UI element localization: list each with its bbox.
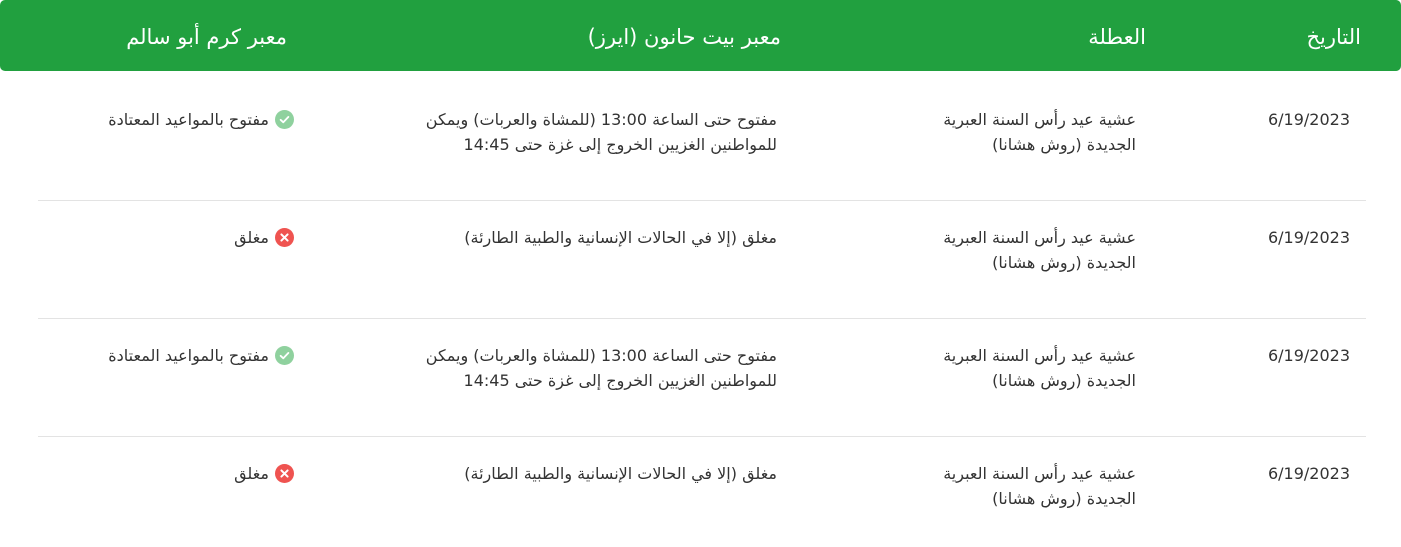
x-circle-icon	[275, 464, 294, 483]
header-holiday: العطلة	[1088, 25, 1146, 49]
erez-status-cell: مغلق (إلا في الحالات الإنسانية والطبية ا…	[464, 228, 777, 247]
holiday-cell: عشية عيد رأس السنة العبرية الجديدة (روش …	[943, 228, 1136, 272]
table-row: 6/19/2023 عشية عيد رأس السنة العبرية الج…	[38, 82, 1366, 201]
holiday-cell: عشية عيد رأس السنة العبرية الجديدة (روش …	[943, 346, 1136, 390]
header-erez-crossing: معبر بيت حانون (ايرز)	[587, 25, 781, 49]
header-date: التاريخ	[1306, 25, 1361, 49]
date-cell: 6/19/2023	[1267, 346, 1350, 365]
erez-status-cell: مغلق (إلا في الحالات الإنسانية والطبية ا…	[464, 464, 777, 483]
date-cell: 6/19/2023	[1267, 228, 1350, 247]
kerem-status-cell: مغلق	[54, 225, 294, 254]
table-row: 6/19/2023 عشية عيد رأس السنة العبرية الج…	[38, 318, 1366, 437]
holiday-cell: عشية عيد رأس السنة العبرية الجديدة (روش …	[943, 464, 1136, 508]
kerem-status-text: مفتوح بالمواعيد المعتادة	[108, 346, 269, 365]
crossings-table: التاريخ العطلة معبر بيت حانون (ايرز) معب…	[0, 0, 1401, 547]
erez-status-cell: مفتوح حتى الساعة 13:00 (للمشاة والعربات)…	[425, 110, 777, 154]
kerem-status-cell: مفتوح بالمواعيد المعتادة	[54, 107, 294, 136]
kerem-status-text: مفتوح بالمواعيد المعتادة	[108, 110, 269, 129]
table-header: التاريخ العطلة معبر بيت حانون (ايرز) معب…	[0, 0, 1401, 71]
check-circle-icon	[275, 346, 294, 365]
erez-status-cell: مفتوح حتى الساعة 13:00 (للمشاة والعربات)…	[425, 346, 777, 390]
date-cell: 6/19/2023	[1267, 464, 1350, 483]
check-circle-icon	[275, 110, 294, 129]
kerem-status-text: مغلق	[234, 228, 269, 247]
date-cell: 6/19/2023	[1267, 110, 1350, 129]
kerem-status-cell: مغلق	[54, 461, 294, 490]
holiday-cell: عشية عيد رأس السنة العبرية الجديدة (روش …	[943, 110, 1136, 154]
table-row: 6/19/2023 عشية عيد رأس السنة العبرية الج…	[38, 436, 1366, 547]
x-circle-icon	[275, 228, 294, 247]
table-row: 6/19/2023 عشية عيد رأس السنة العبرية الج…	[38, 200, 1366, 319]
kerem-status-cell: مفتوح بالمواعيد المعتادة	[54, 343, 294, 372]
kerem-status-text: مغلق	[234, 464, 269, 483]
header-kerem-shalom-crossing: معبر كرم أبو سالم	[126, 25, 287, 49]
